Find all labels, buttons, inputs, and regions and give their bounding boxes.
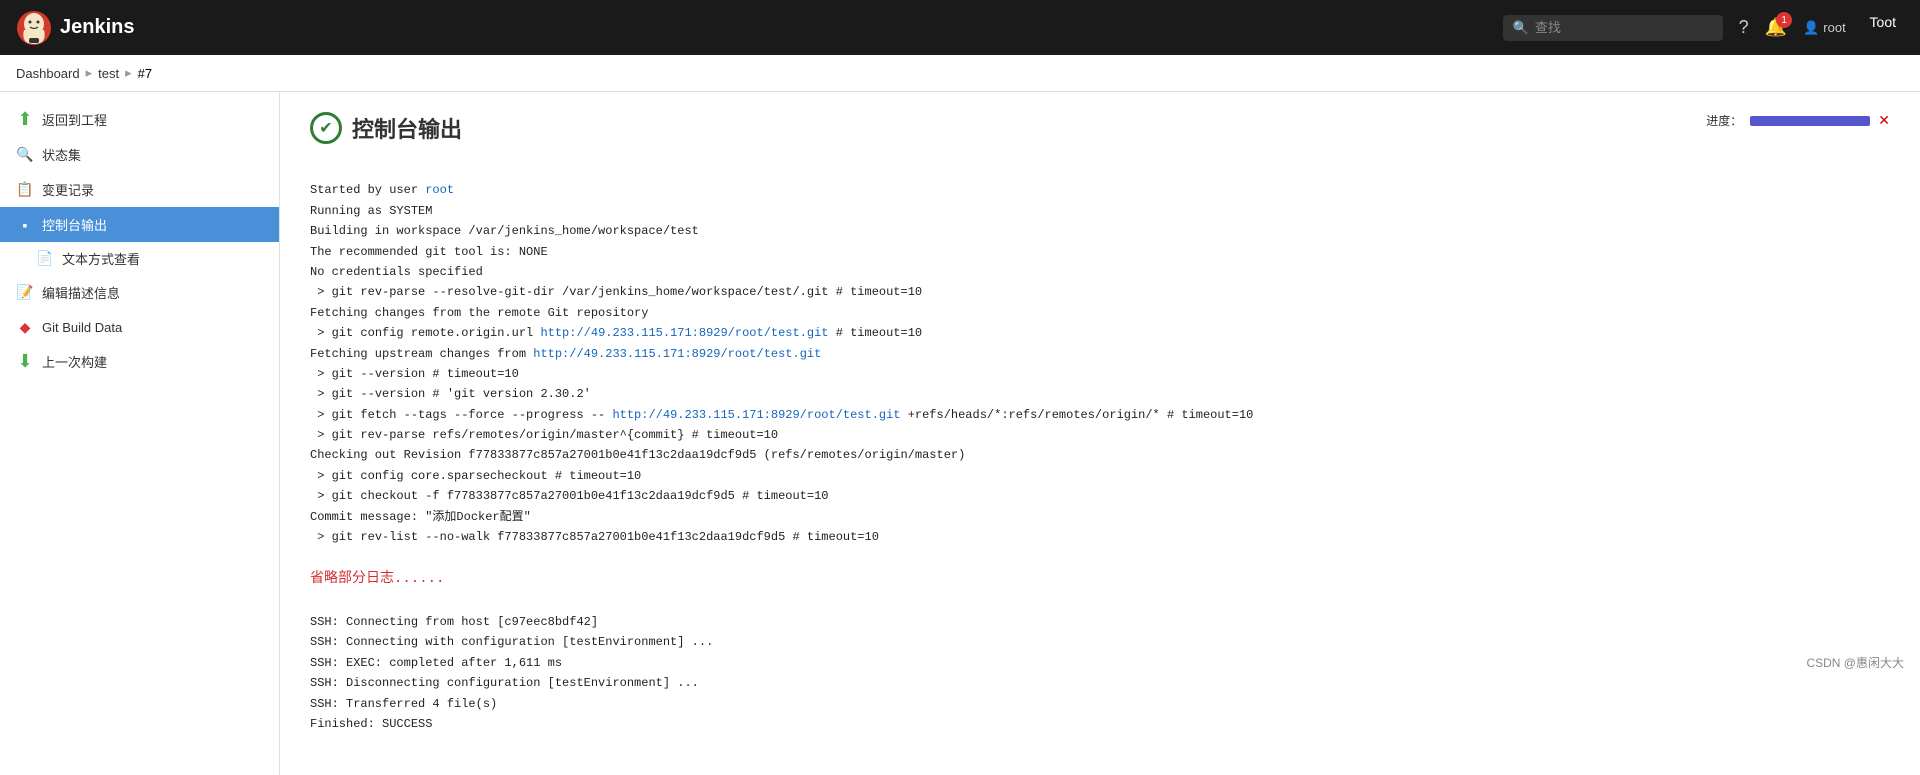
sidebar-item-back-to-project[interactable]: ⬆ 返回到工程 — [0, 102, 279, 137]
back-arrow-icon: ⬆ — [16, 111, 34, 129]
prev-build-icon: ⬇ — [16, 353, 34, 371]
breadcrumb-arrow-1: ▸ — [86, 65, 93, 81]
user-icon: 👤 — [1803, 20, 1819, 36]
sidebar-item-status[interactable]: 🔍 状态集 — [0, 137, 279, 172]
console-omit-label: 省略部分日志...... — [310, 571, 444, 587]
page-header: ✔ 控制台输出 — [310, 112, 1890, 144]
sidebar-item-label: Git Build Data — [42, 320, 122, 335]
status-icon: 🔍 — [16, 146, 34, 164]
user-root-link[interactable]: root — [425, 183, 454, 197]
progress-bar-inner — [1750, 116, 1870, 126]
sidebar-item-git-build-data[interactable]: ◆ Git Build Data — [0, 310, 279, 344]
brand-logo[interactable]: Jenkins — [16, 10, 134, 46]
search-icon: 🔍 — [1513, 20, 1529, 36]
brand-name: Jenkins — [60, 16, 134, 39]
sidebar-item-changes[interactable]: 📋 变更记录 — [0, 172, 279, 207]
sidebar-item-edit-build-info[interactable]: 📝 编辑描述信息 — [0, 275, 279, 310]
navbar: Jenkins 🔍 ? 🔔 1 👤 root ⬚ 注销 — [0, 0, 1920, 55]
sidebar-item-label: 变更记录 — [42, 180, 94, 199]
progress-close-button[interactable]: ✕ — [1878, 112, 1890, 129]
git-url-1-link[interactable]: http://49.233.115.171:8929/root/test.git — [540, 326, 828, 340]
alert-count: 1 — [1776, 12, 1792, 28]
alert-badge[interactable]: 🔔 1 — [1765, 17, 1787, 38]
success-check-icon: ✔ — [310, 112, 342, 144]
git-url-2-link[interactable]: http://49.233.115.171:8929/root/test.git — [533, 347, 821, 361]
sidebar: ⬆ 返回到工程 🔍 状态集 📋 变更记录 ▪ 控制台输出 📄 文本方式查看 📝 … — [0, 92, 280, 775]
breadcrumb-dashboard[interactable]: Dashboard — [16, 66, 80, 81]
search-box[interactable]: 🔍 — [1503, 15, 1723, 41]
sidebar-item-console[interactable]: ▪ 控制台输出 — [0, 207, 279, 242]
breadcrumb-project[interactable]: test — [98, 66, 119, 81]
user-menu[interactable]: 👤 root — [1803, 20, 1846, 36]
progress-label: 进度： — [1706, 112, 1742, 129]
page-title: 控制台输出 — [352, 112, 462, 144]
console-tail: SSH: Connecting from host [c97eec8bdf42]… — [310, 615, 713, 731]
sidebar-item-label: 状态集 — [42, 145, 81, 164]
sidebar-item-text-view[interactable]: 📄 文本方式查看 — [0, 242, 279, 275]
navbar-right: 🔍 ? 🔔 1 👤 root ⬚ 注销 — [1503, 15, 1904, 41]
search-input[interactable] — [1535, 20, 1695, 35]
sidebar-item-label: 文本方式查看 — [62, 249, 140, 268]
main-layout: ⬆ 返回到工程 🔍 状态集 📋 变更记录 ▪ 控制台输出 📄 文本方式查看 📝 … — [0, 92, 1920, 775]
breadcrumb: Dashboard ▸ test ▸ #7 — [0, 55, 1920, 92]
changes-icon: 📋 — [16, 181, 34, 199]
progress-container: 进度： ✕ — [1706, 112, 1890, 129]
console-icon: ▪ — [16, 216, 34, 234]
content-area: 进度： ✕ ✔ 控制台输出 Started by user root Runni… — [280, 92, 1920, 775]
console-output: Started by user root Running as SYSTEM B… — [310, 160, 1890, 755]
text-view-icon: 📄 — [36, 250, 54, 268]
edit-icon: 📝 — [16, 284, 34, 302]
progress-bar-outer — [1750, 116, 1870, 126]
watermark: CSDN @惠闲大大 — [1806, 654, 1904, 671]
sidebar-item-prev-build[interactable]: ⬇ 上一次构建 — [0, 344, 279, 379]
sidebar-item-label: 控制台输出 — [42, 215, 107, 234]
breadcrumb-arrow-2: ▸ — [125, 65, 132, 81]
git-url-3-link[interactable]: http://49.233.115.171:8929/root/test.git — [612, 408, 900, 422]
username: root — [1823, 20, 1845, 35]
sidebar-item-label: 返回到工程 — [42, 110, 107, 129]
sidebar-item-label: 编辑描述信息 — [42, 283, 120, 302]
breadcrumb-build: #7 — [138, 66, 152, 81]
toot-button[interactable]: Toot — [1846, 0, 1920, 44]
jenkins-logo-icon — [16, 10, 52, 46]
console-line-1: Started by user root Running as SYSTEM B… — [310, 183, 1253, 544]
help-icon[interactable]: ? — [1739, 17, 1749, 38]
sidebar-item-label: 上一次构建 — [42, 352, 107, 371]
git-icon: ◆ — [16, 318, 34, 336]
